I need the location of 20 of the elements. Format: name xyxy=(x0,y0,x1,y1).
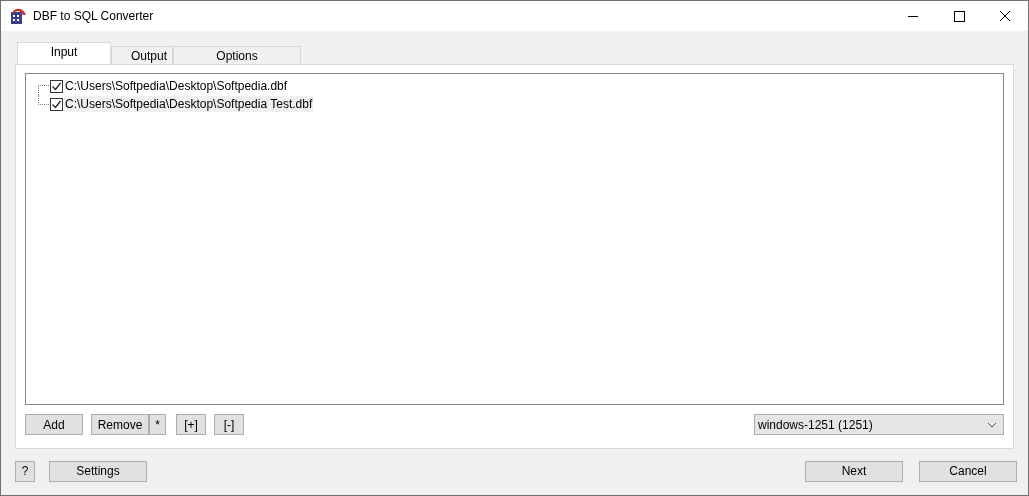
list-button[interactable]: Add xyxy=(25,414,83,435)
next-button[interactable]: Next xyxy=(805,460,903,482)
database-icon xyxy=(9,7,27,25)
list-button[interactable]: [-] xyxy=(214,414,244,435)
help-button[interactable]: ? xyxy=(15,460,35,482)
checkbox[interactable] xyxy=(50,97,63,111)
tab[interactable]: Output xyxy=(111,46,173,64)
checkbox[interactable] xyxy=(50,79,63,93)
tab[interactable]: Options xyxy=(173,46,301,64)
tab[interactable]: Input xyxy=(17,42,111,64)
chevron-down-icon xyxy=(987,421,997,428)
encoding-dropdown[interactable]: windows-1251 (1251) xyxy=(754,414,1004,435)
list-button[interactable]: * xyxy=(149,414,166,435)
file-path[interactable]: C:\Users\Softpedia\Desktop\Softpedia.dbf xyxy=(64,78,289,94)
settings-button[interactable]: Settings xyxy=(49,460,147,482)
window-title: DBF to SQL Converter xyxy=(33,9,154,23)
list-button[interactable]: [+] xyxy=(176,414,206,435)
cancel-button[interactable]: Cancel xyxy=(919,460,1017,482)
file-path[interactable]: C:\Users\Softpedia\Desktop\Softpedia Test.dbf xyxy=(64,96,314,112)
list-button[interactable]: Remove xyxy=(91,414,149,435)
